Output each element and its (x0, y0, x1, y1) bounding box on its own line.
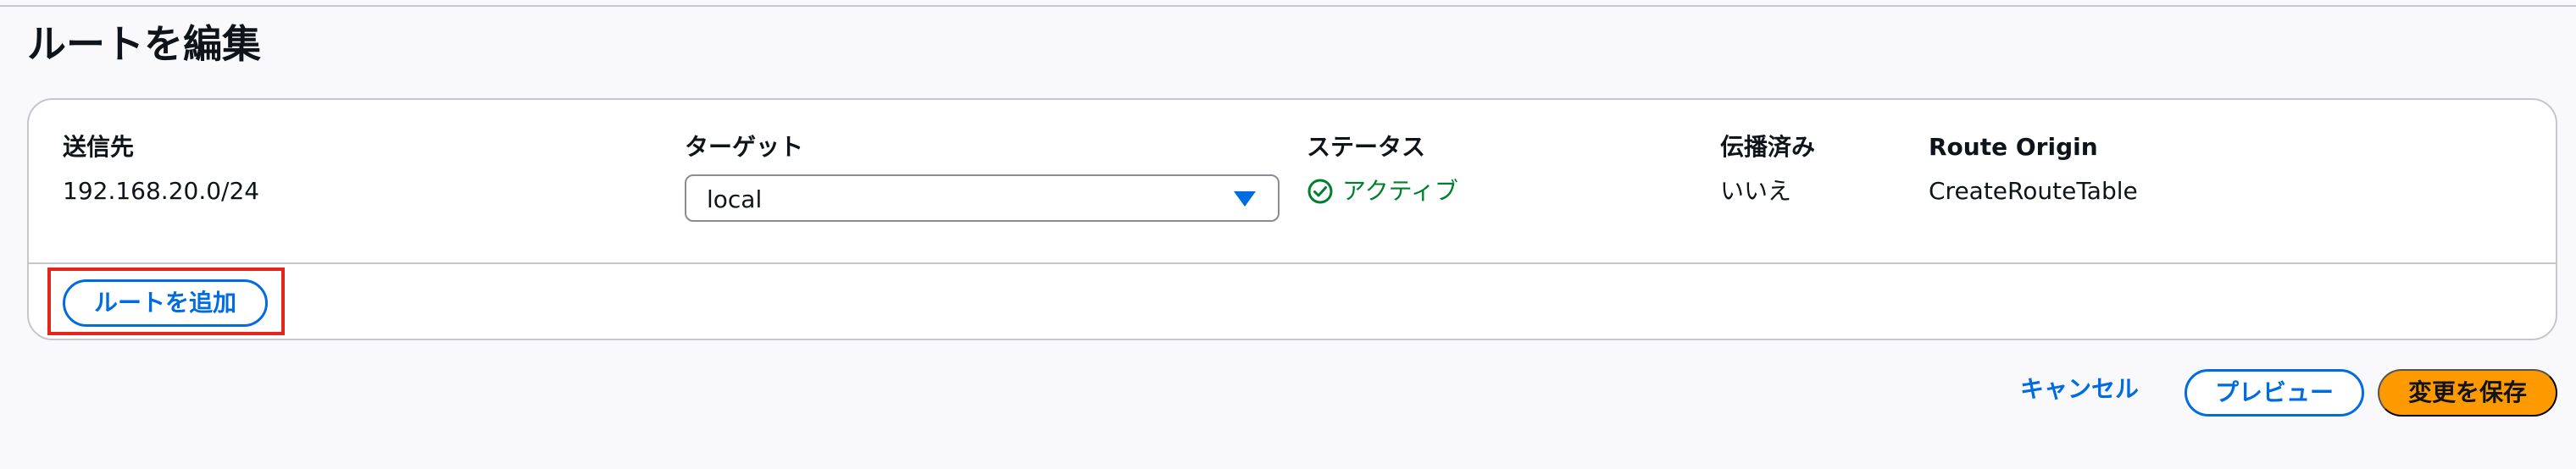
card-divider (29, 262, 2556, 264)
column-header-route-origin: Route Origin (1929, 133, 2098, 161)
top-divider (0, 0, 2576, 7)
column-header-status: ステータス (1307, 133, 1426, 161)
column-header-target: ターゲット (685, 133, 804, 161)
target-select[interactable]: local (685, 174, 1280, 222)
status-indicator: アクティブ (1307, 174, 1458, 208)
route-origin-cell: CreateRouteTable (1929, 177, 2138, 205)
routes-table-card: 送信先 ターゲット ステータス 伝播済み Route Origin 192.16… (27, 98, 2557, 340)
check-circle-icon (1307, 179, 1333, 204)
add-route-button[interactable]: ルートを追加 (63, 279, 268, 327)
destination-cell: 192.168.20.0/24 (63, 177, 260, 205)
save-changes-button[interactable]: 変更を保存 (2378, 369, 2557, 417)
caret-down-icon (1234, 191, 1256, 207)
preview-button[interactable]: プレビュー (2185, 369, 2364, 417)
page-title: ルートを編集 (27, 21, 261, 67)
column-header-destination: 送信先 (63, 133, 135, 161)
status-label: アクティブ (1342, 177, 1458, 205)
column-header-propagated: 伝播済み (1720, 133, 1816, 161)
propagated-cell: いいえ (1720, 177, 1792, 205)
cancel-link[interactable]: キャンセル (2020, 372, 2139, 406)
target-select-value: local (707, 185, 763, 213)
